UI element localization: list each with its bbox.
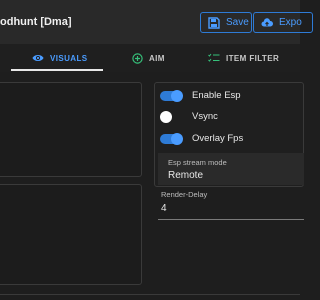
tab-visuals[interactable]: VISUALS bbox=[32, 44, 87, 72]
render-delay-value: 4 bbox=[161, 203, 167, 214]
vsync-row: Vsync bbox=[160, 110, 218, 123]
tab-visuals-label: VISUALS bbox=[50, 53, 88, 63]
enable-esp-row: Enable Esp bbox=[160, 89, 241, 102]
export-button-label: Expo bbox=[279, 17, 302, 28]
export-button[interactable]: Expo bbox=[253, 12, 313, 33]
vsync-label: Vsync bbox=[192, 111, 218, 122]
plus-circle-icon bbox=[132, 52, 143, 64]
toggle-knob bbox=[171, 132, 183, 145]
esp-stream-mode-value: Remote bbox=[168, 170, 204, 181]
save-button[interactable]: Save bbox=[200, 12, 252, 33]
toggle-knob bbox=[171, 89, 183, 102]
divider bbox=[0, 294, 300, 295]
tab-item-filter[interactable]: ITEM FILTER bbox=[208, 44, 279, 72]
app-title: odhunt [Dma] bbox=[0, 16, 72, 28]
left-panel-top bbox=[0, 82, 142, 177]
eye-icon bbox=[32, 55, 44, 61]
esp-stream-mode-label: Esp stream mode bbox=[168, 158, 227, 167]
overlay-fps-label: Overlay Fps bbox=[192, 133, 244, 144]
save-button-label: Save bbox=[226, 17, 249, 28]
tab-aim[interactable]: AIM bbox=[132, 44, 165, 72]
cloud-upload-icon bbox=[261, 17, 273, 26]
tab-item-filter-label: ITEM FILTER bbox=[226, 53, 280, 63]
checklist-icon bbox=[208, 53, 220, 62]
left-panel-bottom bbox=[0, 184, 142, 285]
render-delay-field[interactable]: Render-Delay 4 bbox=[158, 188, 304, 216]
enable-esp-label: Enable Esp bbox=[192, 90, 241, 101]
vsync-toggle[interactable] bbox=[160, 110, 172, 123]
render-delay-label: Render-Delay bbox=[161, 190, 208, 199]
esp-stream-mode-select[interactable]: Esp stream mode Remote bbox=[158, 153, 304, 185]
save-icon bbox=[208, 16, 220, 29]
render-delay-underline bbox=[158, 219, 304, 220]
enable-esp-toggle[interactable] bbox=[160, 89, 183, 102]
active-tab-indicator bbox=[11, 69, 103, 71]
tab-bar: VISUALS AIM ITEM FILTER bbox=[0, 44, 300, 72]
tab-aim-label: AIM bbox=[149, 53, 165, 63]
overlay-fps-toggle[interactable] bbox=[160, 132, 183, 145]
toggle-knob bbox=[160, 110, 172, 123]
title-bar: odhunt [Dma] Save Expo bbox=[0, 0, 313, 44]
overlay-fps-row: Overlay Fps bbox=[160, 132, 244, 145]
